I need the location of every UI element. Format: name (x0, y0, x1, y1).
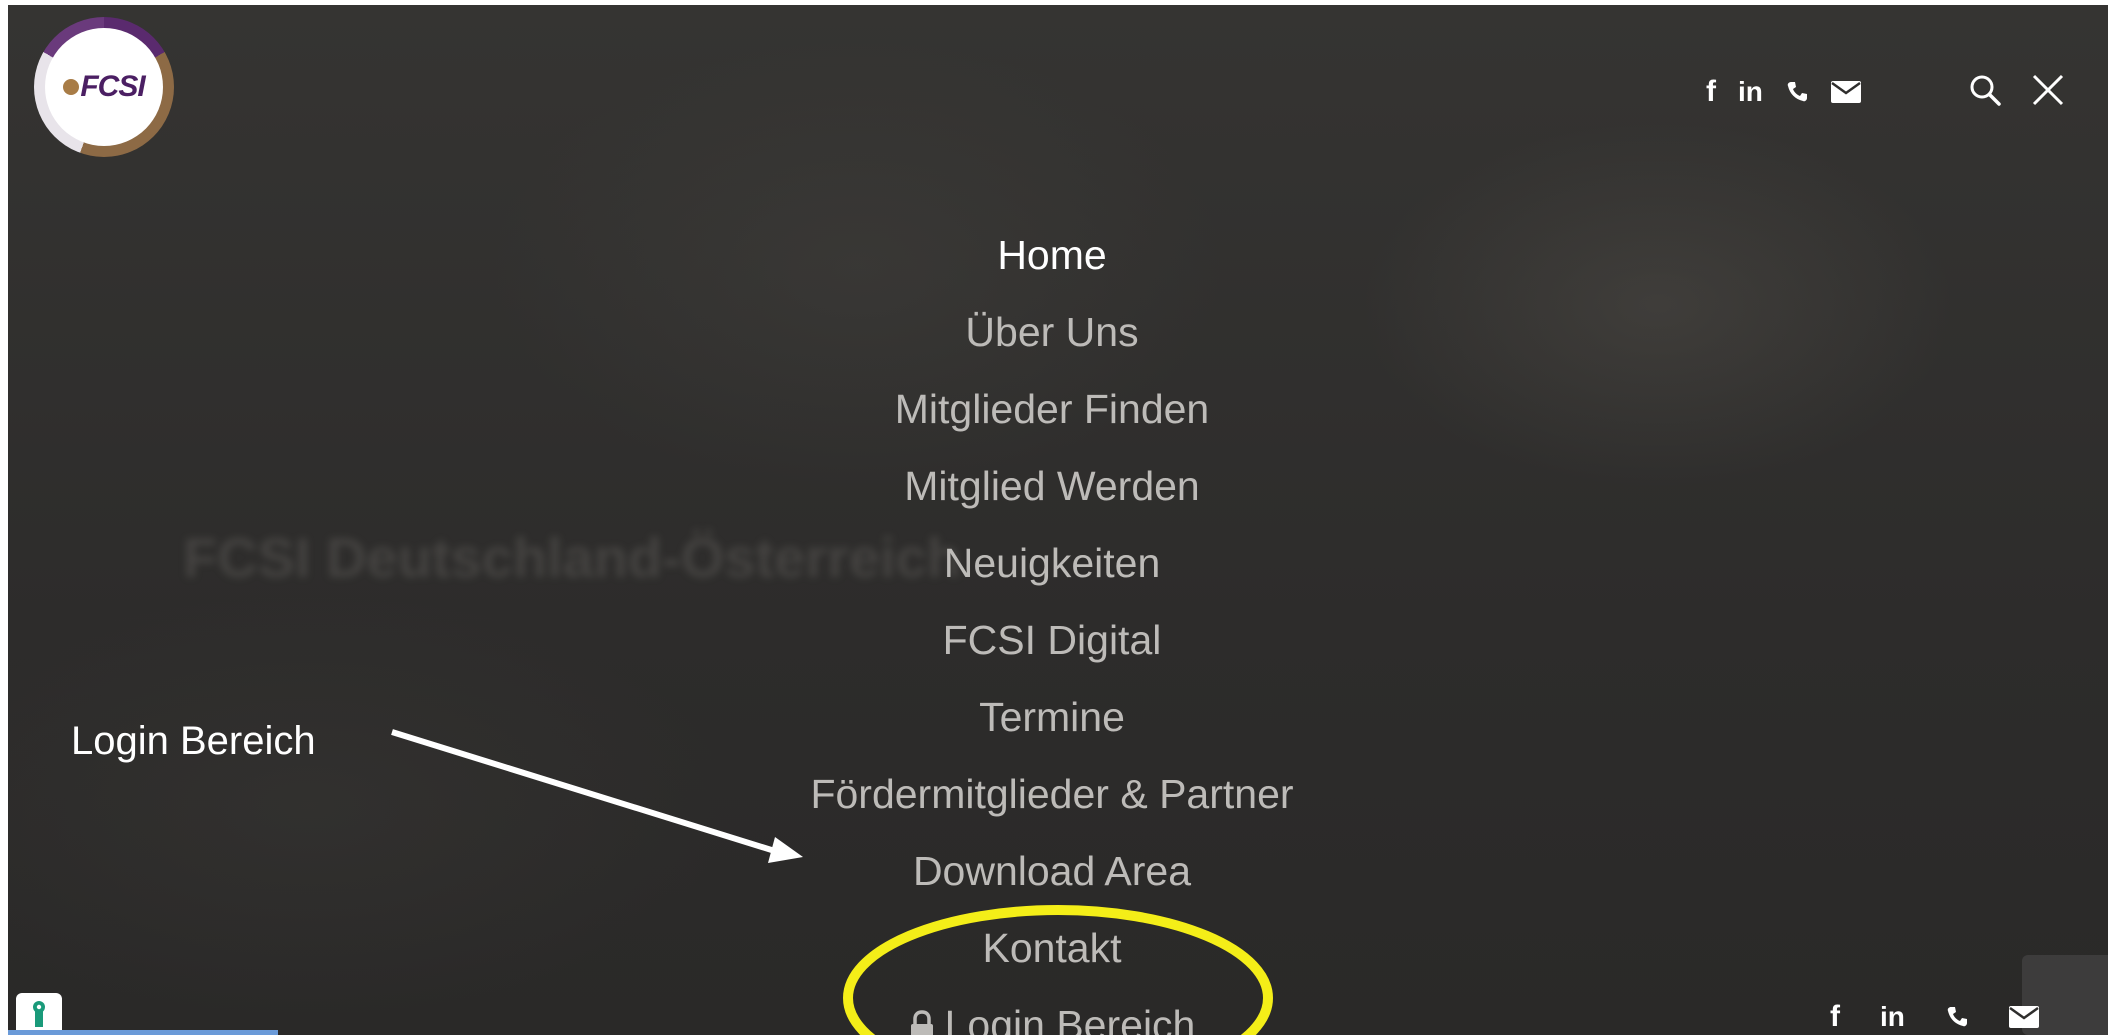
nav-item-home[interactable]: Home (8, 217, 2102, 294)
nav-item-mitglied-werden[interactable]: Mitglied Werden (8, 448, 2102, 525)
search-button[interactable] (1968, 73, 2002, 112)
phone-icon[interactable] (1785, 80, 1809, 104)
main-navigation: Home Über Uns Mitglieder Finden Mitglied… (8, 217, 2108, 1035)
nav-item-neuigkeiten[interactable]: Neuigkeiten (8, 525, 2102, 602)
cookie-settings-button[interactable] (16, 993, 62, 1035)
nav-item-login-bereich[interactable]: Login Bereich (8, 987, 2102, 1035)
site-logo[interactable]: FCSI (34, 17, 174, 157)
lock-icon (909, 990, 935, 1035)
nav-item-foerdermitglieder-partner[interactable]: Fördermitglieder & Partner (8, 756, 2102, 833)
mail-icon[interactable] (1830, 81, 1861, 103)
phone-icon[interactable] (1945, 1005, 1969, 1029)
globe-icon (63, 79, 80, 95)
nav-item-download-area[interactable]: Download Area (8, 833, 2102, 910)
search-icon (1970, 75, 2001, 106)
mail-icon[interactable] (2008, 1006, 2039, 1028)
footer-social-links: f in (1830, 1000, 2079, 1034)
header-social-links: f in (1706, 75, 1883, 109)
nav-item-termine[interactable]: Termine (8, 679, 2102, 756)
menu-overlay: FCSI Deutschland-Österreich FCSI f in Ho… (8, 5, 2108, 1035)
facebook-icon[interactable]: f (1830, 1000, 1840, 1034)
logo-inner: FCSI (45, 28, 163, 146)
annotation-label: Login Bereich (71, 719, 316, 763)
close-icon (2032, 74, 2064, 106)
nav-item-kontakt[interactable]: Kontakt (8, 910, 2102, 987)
login-label: Login Bereich (944, 1002, 1196, 1035)
close-menu-button[interactable] (2031, 73, 2065, 112)
nav-item-mitglieder-finden[interactable]: Mitglieder Finden (8, 371, 2102, 448)
logo-text: FCSI (80, 70, 145, 103)
linkedin-icon[interactable]: in (1880, 1001, 1905, 1033)
keyhole-icon (33, 1001, 45, 1027)
nav-item-fcsi-digital[interactable]: FCSI Digital (8, 602, 2102, 679)
facebook-icon[interactable]: f (1706, 75, 1716, 109)
bottom-bar (8, 1030, 278, 1035)
linkedin-icon[interactable]: in (1738, 76, 1763, 108)
nav-item-ueber-uns[interactable]: Über Uns (8, 294, 2102, 371)
